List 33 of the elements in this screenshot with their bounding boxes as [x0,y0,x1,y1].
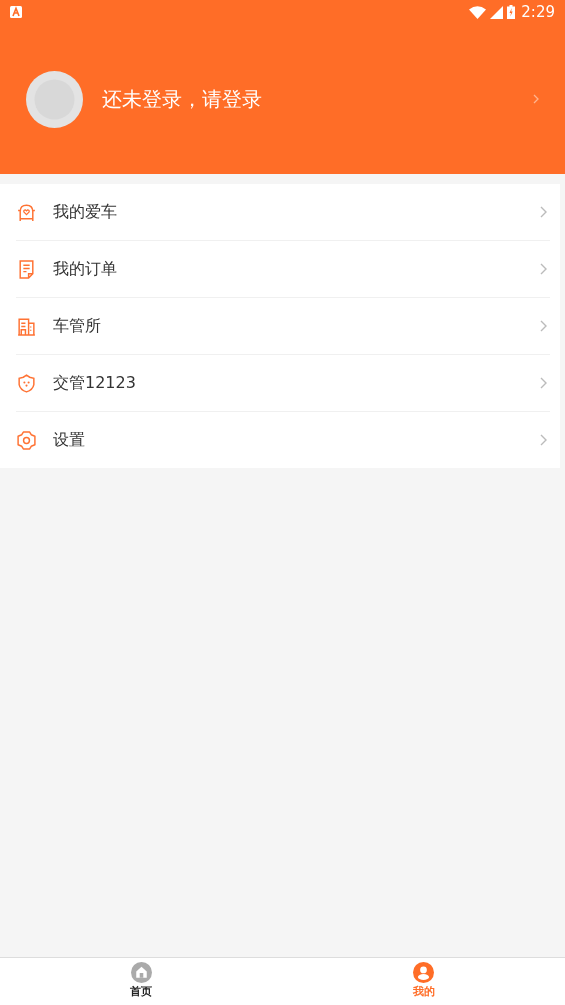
notification-icon [10,6,22,18]
menu-label: 车管所 [53,315,102,337]
document-icon [16,258,37,280]
building-icon [16,315,37,337]
chevron-right-icon [533,94,539,104]
chevron-right-icon [540,206,547,218]
nav-label: 首页 [130,984,153,1001]
user-icon [413,962,435,984]
settings-icon [16,429,37,451]
menu-item[interactable]: 设置 [0,412,560,468]
menu-label: 我的爱车 [53,201,118,223]
avatar-icon [26,70,83,128]
menu-item[interactable]: 车管所 [0,298,560,354]
chevron-right-icon [540,377,547,389]
nav-label: 我的 [412,984,435,1001]
chevron-right-icon [540,263,547,275]
menu-label: 我的订单 [53,258,118,280]
battery-icon [507,5,516,19]
wifi-icon [469,5,487,19]
clock-time: 2:29 [521,1,555,23]
home-icon [130,962,152,984]
menu-item[interactable]: 我的订单 [0,241,560,297]
signal-icon [490,5,504,19]
car-icon [16,201,37,223]
chevron-right-icon [540,434,547,446]
nav-tab[interactable]: 首页 [0,958,283,1005]
login-prompt: 还未登录，请登录 [102,86,263,113]
menu-item[interactable]: 交管12123 [0,355,560,411]
menu-label: 交管12123 [53,372,137,394]
shield-badge-icon [16,372,37,394]
menu-item[interactable]: 我的爱车 [0,184,560,240]
menu-label: 设置 [53,429,86,451]
chevron-right-icon [540,320,547,332]
